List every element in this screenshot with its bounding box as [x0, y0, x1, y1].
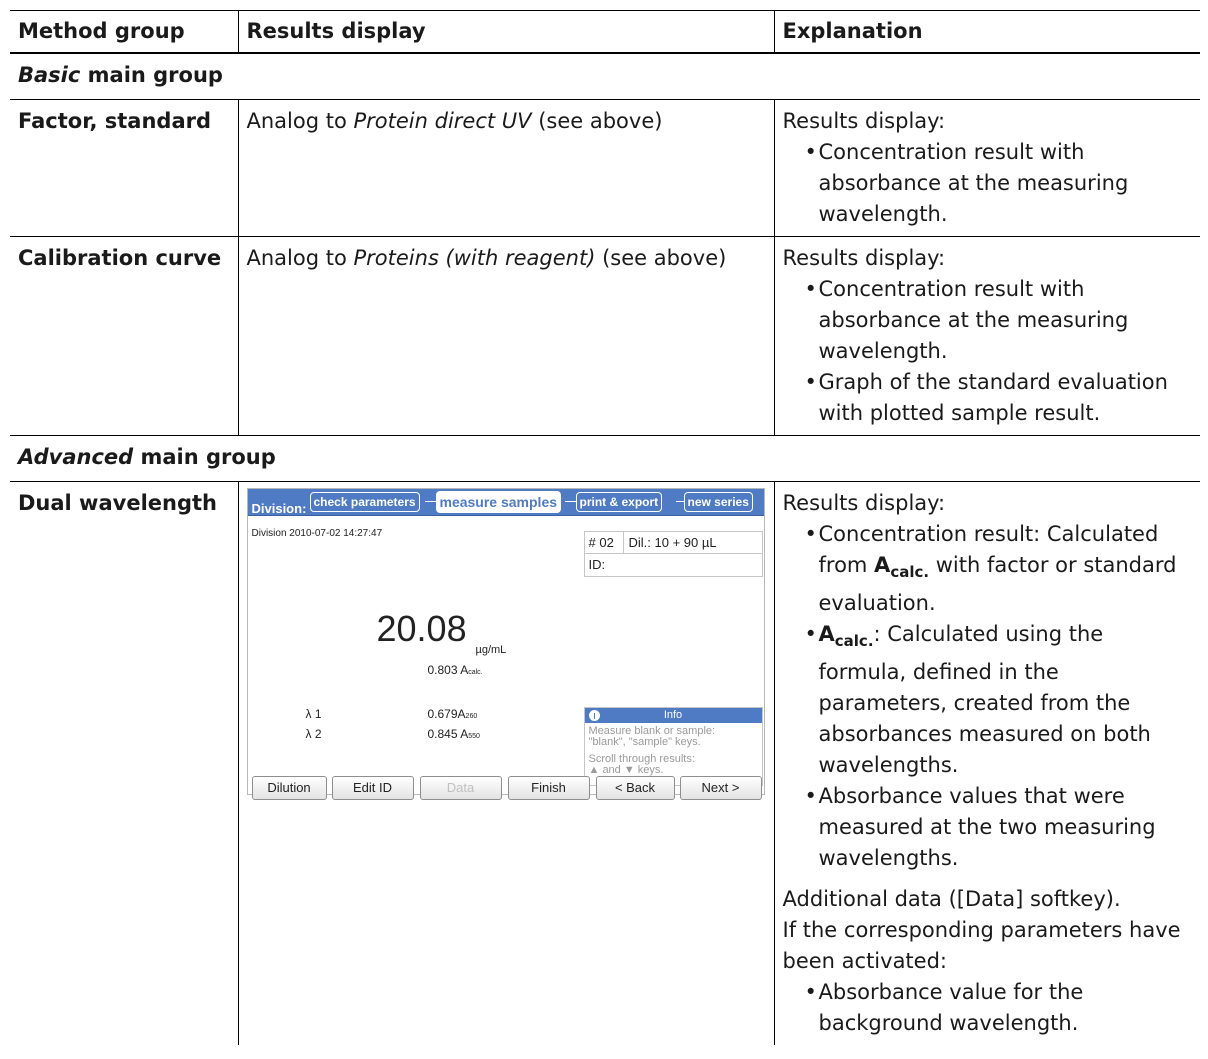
bullet-item: Acalc.: Calculated using the formula, de…: [805, 619, 1193, 781]
method-results-table: Method group Results display Explanation…: [10, 10, 1200, 1045]
info-text: "blank", "sample" keys.: [588, 736, 701, 748]
results-suffix: (see above): [531, 109, 663, 133]
header-method-group: Method group: [10, 10, 238, 54]
results-calibration-curve: Analog to Proteins (with reagent) (see a…: [237, 236, 774, 436]
sample-number: # 02: [588, 535, 614, 550]
tab-connector: [424, 501, 436, 502]
additional-data-condition: If the corresponding parameters have bee…: [782, 918, 1181, 973]
edit-id-softkey[interactable]: Edit ID: [331, 776, 414, 800]
header-explanation: Explanation: [773, 10, 1200, 54]
measurement-header: Division 2010-07-02 14:27:47: [251, 528, 383, 539]
info-text: ▲ and ▼ keys.: [588, 764, 664, 776]
data-softkey[interactable]: Data: [419, 776, 502, 800]
method-factor-standard: Factor, standard: [10, 99, 238, 237]
group-basic-rest: main group: [80, 63, 223, 87]
back-softkey[interactable]: < Back: [595, 776, 675, 800]
additional-data-note: Additional data ([Data] softkey).: [782, 887, 1121, 911]
header-results-display: Results display: [237, 10, 774, 54]
results-prefix: Analog to: [246, 246, 354, 270]
results-reference: Proteins (with reagent): [353, 246, 596, 270]
results-factor-standard: Analog to Protein direct UV (see above): [237, 99, 774, 237]
explanation-dual-wavelength: Results display: Concentration result: C…: [773, 481, 1200, 1045]
concentration-value: 20.08: [376, 608, 467, 649]
table-row-dual-wavelength: Dual wavelength Division: check paramete…: [10, 481, 1200, 1045]
id-field: ID:: [588, 557, 606, 572]
dilution-softkey[interactable]: Dilution: [251, 776, 327, 800]
explanation-factor-standard: Results display: Concentration result wi…: [773, 99, 1200, 237]
bullet-item: Concentration result with absorbance at …: [805, 274, 1193, 367]
document-page: Method group Results display Explanation…: [10, 10, 1200, 1045]
tab-measure-samples[interactable]: measure samples: [435, 491, 562, 513]
results-reference: Protein direct UV: [353, 109, 532, 133]
next-softkey[interactable]: Next >: [679, 776, 762, 800]
softkey-bar: Dilution Edit ID Data Finish < Back Next…: [248, 776, 764, 802]
results-prefix: Analog to: [246, 109, 354, 133]
finish-softkey[interactable]: Finish: [507, 776, 590, 800]
info-title: Info: [663, 709, 683, 721]
bullet-item: Concentration result: Calculated from Ac…: [805, 519, 1193, 619]
bullet-item: Absorbance values that were measured at …: [805, 781, 1193, 874]
tab-connector: [564, 501, 576, 502]
results-suffix: (see above): [595, 246, 727, 270]
group-row-advanced: Advanced main group: [10, 435, 1200, 482]
explanation-intro: Results display:: [782, 246, 946, 270]
sample-info-box: # 02 Dil.: 10 + 90 µL ID:: [583, 531, 763, 577]
group-advanced-rest: main group: [133, 445, 276, 469]
table-row-factor-standard: Factor, standard Analog to Protein direc…: [10, 99, 1200, 237]
results-dual-wavelength: Division: check parameters measure sampl…: [237, 481, 774, 1045]
dilution-value: Dil.: 10 + 90 µL: [628, 535, 717, 550]
table-header-row: Method group Results display Explanation: [10, 10, 1200, 54]
tab-check-parameters[interactable]: check parameters: [309, 492, 420, 512]
workflow-tab-bar: Division: check parameters measure sampl…: [247, 489, 764, 516]
device-screenshot: Division: check parameters measure sampl…: [246, 488, 765, 800]
bullet-item: Concentration result with absorbance at …: [805, 137, 1193, 230]
bullet-item: Graph of the standard evaluation with pl…: [805, 367, 1193, 429]
bullet-item: Absorbance value for the background wave…: [805, 977, 1193, 1039]
method-calibration-curve: Calibration curve: [10, 236, 238, 436]
info-panel: Info Measure blank or sample: "blank", "…: [583, 707, 763, 786]
info-icon: [588, 710, 600, 721]
tab-print-export[interactable]: print & export: [575, 492, 663, 512]
group-row-basic: Basic main group: [10, 53, 1200, 100]
method-dual-wavelength: Dual wavelength: [18, 491, 217, 515]
explanation-intro: Results display:: [782, 109, 946, 133]
explanation-intro: Results display:: [782, 491, 946, 515]
tab-connector: [675, 501, 684, 502]
group-basic-italic: Basic: [18, 63, 81, 87]
lambda2-absorbance: 0.845 A550: [427, 727, 480, 741]
calculated-absorbance: 0.803 Acalc.: [427, 663, 483, 677]
table-row-calibration-curve: Calibration curve Analog to Proteins (wi…: [10, 236, 1200, 436]
lambda2-label: λ 2: [305, 727, 322, 741]
group-advanced-italic: Advanced: [18, 445, 134, 469]
tab-new-series[interactable]: new series: [683, 492, 753, 512]
explanation-calibration-curve: Results display: Concentration result wi…: [773, 236, 1200, 436]
